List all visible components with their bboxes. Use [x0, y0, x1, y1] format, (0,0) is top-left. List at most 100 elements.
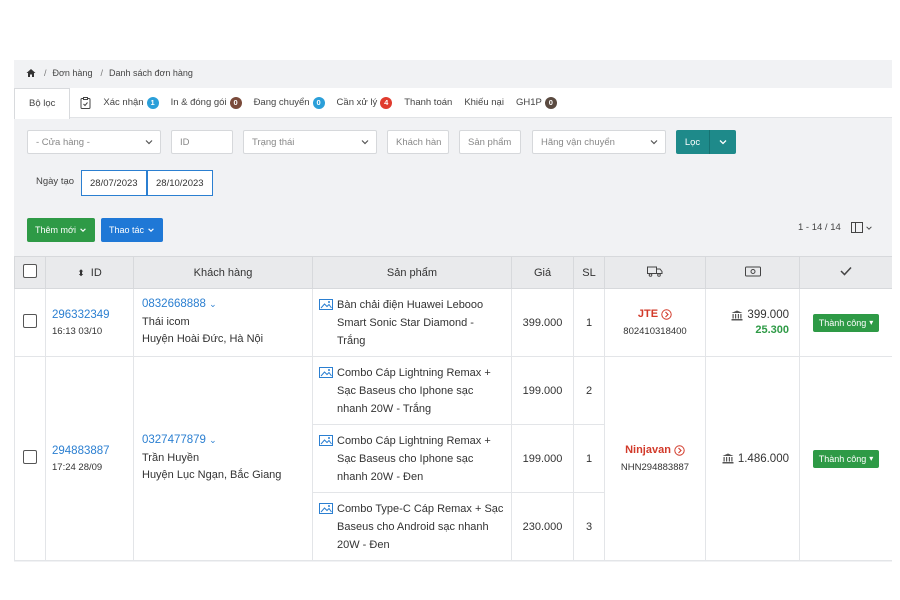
circle-arrow-icon — [661, 308, 672, 320]
tab-gh1p[interactable]: GH1P 0 — [516, 88, 557, 118]
chevron-down-icon: ▾ — [869, 454, 874, 463]
select-all-checkbox[interactable] — [23, 264, 37, 278]
header-id[interactable]: ⬍ ID — [45, 256, 134, 289]
date-to-input[interactable]: 28/10/2023 — [147, 170, 213, 196]
breadcrumb-order-list: Danh sách đơn hàng — [108, 68, 193, 78]
filter-button[interactable]: Lọc — [676, 130, 710, 154]
tab-shipping[interactable]: Đang chuyển 0 — [254, 88, 325, 118]
status-cell: Thành công ▾ — [799, 356, 892, 561]
id-input[interactable]: ID — [171, 130, 233, 154]
chevron-down-icon — [361, 140, 369, 145]
customer-address: Huyện Hoài Đức, Hà Nội — [142, 332, 264, 345]
order-cod: 25.300 — [755, 324, 789, 336]
chevron-down-icon: ⌄ — [209, 298, 217, 309]
qty-cell: 3 — [573, 492, 605, 561]
clipboard-icon[interactable] — [80, 96, 91, 109]
chevron-down-icon — [650, 140, 658, 145]
chevron-down-icon — [80, 228, 86, 232]
tab-shipping-badge: 0 — [312, 96, 325, 109]
image-icon — [319, 298, 333, 310]
order-total: 399.000 — [706, 309, 799, 321]
product-item[interactable]: Combo Cáp Lightning Remax + Sạc Baseus c… — [313, 364, 511, 418]
breadcrumb-orders[interactable]: Đơn hàng — [53, 68, 93, 78]
columns-icon[interactable] — [850, 222, 873, 233]
chevron-down-icon — [145, 140, 153, 145]
customer-cell: 0327477879 ⌄ Trần Huyền Huyện Lục Ngạn, … — [133, 356, 313, 561]
date-from-input[interactable]: 28/07/2023 — [81, 170, 147, 196]
status-button[interactable]: Thành công ▾ — [812, 313, 880, 332]
order-id-link[interactable]: 294883887 — [52, 445, 133, 457]
tab-filter[interactable]: Bộ lọc — [14, 87, 71, 119]
row-checkbox[interactable] — [23, 450, 37, 464]
status-tabs: Bộ lọc Xác nhận 1 In & đóng gói 0 Đang chu… — [14, 87, 892, 119]
customer-name: Thái icom — [142, 315, 190, 328]
tab-gh1p-badge: 0 — [544, 96, 557, 109]
table-header-row: ⬍ ID Khách hàng Sản phẩm Giá SL — [14, 256, 892, 289]
row-checkbox[interactable] — [23, 314, 37, 328]
price-cell: 199.000 — [511, 424, 574, 493]
filter-button-group: Lọc — [676, 130, 736, 154]
add-new-button[interactable]: Thêm mới — [27, 218, 95, 242]
header-product: Sản phẩm — [312, 256, 512, 289]
customer-phone[interactable]: 0832668888 ⌄ — [142, 298, 312, 310]
home-icon[interactable] — [26, 68, 36, 78]
customer-address: Huyện Lục Ngạn, Bắc Giang — [142, 468, 282, 481]
image-icon — [319, 434, 333, 446]
bank-icon — [731, 310, 743, 320]
carrier-name[interactable]: JTE — [605, 308, 705, 320]
product-item[interactable]: Bàn chải điện Huawei Lebooo Smart Sonic … — [313, 296, 511, 350]
tab-print-pack[interactable]: In & đóng gói 0 — [171, 88, 242, 118]
image-icon — [319, 366, 333, 378]
pagination-text: 1 - 14 / 14 — [798, 222, 841, 233]
order-id-cell: 294883887 17:24 28/09 — [45, 356, 134, 561]
row-select-cell — [14, 356, 46, 561]
tab-confirm-badge: 1 — [146, 96, 159, 109]
product-input[interactable]: Sản phẩm — [459, 130, 521, 154]
truck-icon — [647, 266, 663, 277]
carrier-name[interactable]: Ninjavan — [605, 444, 705, 456]
order-total: 1.486.000 — [706, 453, 799, 465]
header-price: Giá — [511, 256, 574, 289]
row-select-cell — [14, 288, 46, 357]
status-button[interactable]: Thành công ▾ — [812, 449, 880, 468]
price-cell: 199.000 — [511, 356, 574, 425]
tab-complaint[interactable]: Khiếu nại — [464, 88, 504, 118]
customer-phone[interactable]: 0327477879 ⌄ — [142, 434, 312, 446]
header-select — [14, 256, 46, 289]
pagination: 1 - 14 / 14 — [798, 222, 873, 233]
amount-cell: 399.000 25.300 — [705, 288, 800, 357]
order-list-app: / Đơn hàng / Danh sách đơn hàng Bộ lọc X… — [14, 60, 892, 562]
tracking-number: NHN294883887 — [620, 462, 690, 473]
qty-cell: 2 — [573, 356, 605, 425]
order-id-link[interactable]: 296332349 — [52, 309, 133, 321]
orders-table: ⬍ ID Khách hàng Sản phẩm Giá SL 29633234… — [14, 256, 892, 561]
status-select[interactable]: Trạng thái — [243, 130, 377, 154]
chevron-down-icon: ▾ — [869, 318, 874, 327]
tab-print-pack-badge: 0 — [229, 96, 242, 109]
circle-arrow-icon — [674, 444, 685, 456]
header-customer: Khách hàng — [133, 256, 313, 289]
order-time: 17:24 28/09 — [52, 461, 103, 473]
product-cell: Combo Type-C Cáp Remax + Sạc Baseus cho … — [312, 492, 512, 561]
tab-need-action-badge: 4 — [380, 96, 393, 109]
check-icon — [840, 266, 852, 276]
header-qty: SL — [573, 256, 605, 289]
carrier-select[interactable]: Hãng vận chuyển — [532, 130, 666, 154]
tab-confirm[interactable]: Xác nhận 1 — [103, 88, 159, 118]
operations-button[interactable]: Thao tác — [101, 218, 163, 242]
header-status — [799, 256, 892, 289]
store-select[interactable]: - Cửa hàng - — [27, 130, 161, 154]
date-created-label: Ngày tạo — [36, 176, 75, 187]
tab-payment[interactable]: Thanh toán — [404, 88, 452, 118]
customer-input[interactable]: Khách hàn — [387, 130, 449, 154]
breadcrumb: / Đơn hàng / Danh sách đơn hàng — [14, 60, 892, 86]
header-shipping — [604, 256, 706, 289]
customer-cell: 0832668888 ⌄ Thái icom Huyện Hoài Đức, H… — [133, 288, 313, 357]
tab-need-action[interactable]: Cần xử lý 4 — [337, 88, 393, 118]
product-item[interactable]: Combo Type-C Cáp Remax + Sạc Baseus cho … — [313, 500, 511, 554]
price-cell: 230.000 — [511, 492, 574, 561]
product-item[interactable]: Combo Cáp Lightning Remax + Sạc Baseus c… — [313, 432, 511, 486]
bank-icon — [722, 453, 734, 464]
table-row: 296332349 16:13 03/10 0832668888 ⌄ Thái … — [14, 288, 892, 357]
filter-dropdown-toggle[interactable] — [710, 130, 736, 154]
